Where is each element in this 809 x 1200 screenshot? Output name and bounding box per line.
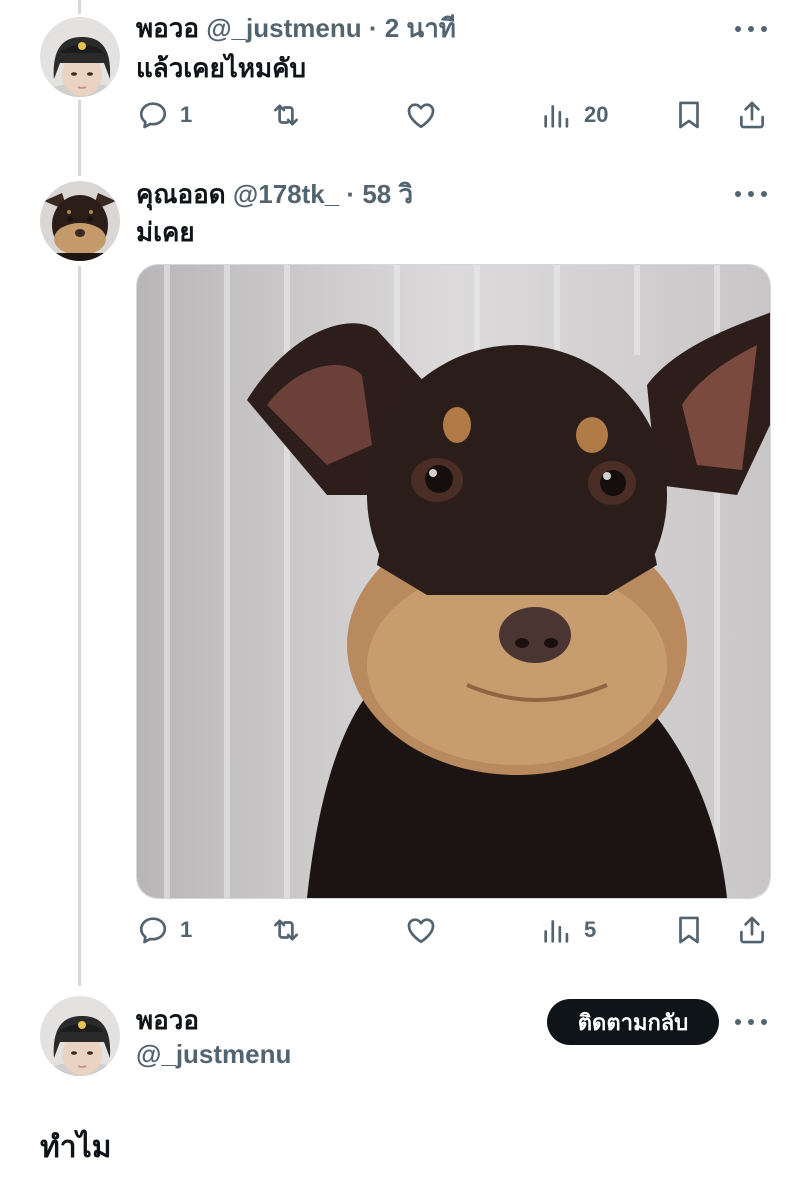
- views-count: 20: [584, 102, 609, 127]
- heart-icon: [407, 103, 435, 129]
- views-icon: [544, 105, 569, 128]
- separator-dot: ·: [368, 13, 378, 43]
- share-icon: [740, 916, 764, 944]
- action-bar: 1 20: [136, 95, 772, 135]
- post-text: ม่เคย: [136, 217, 195, 247]
- bookmark-icon: [679, 916, 699, 944]
- author-name-line: พอวอ: [136, 1004, 199, 1036]
- reply-icon: [139, 102, 167, 129]
- retweet-button[interactable]: [269, 910, 303, 950]
- share-button[interactable]: [735, 910, 769, 950]
- main-post-text: ทำไม: [40, 1131, 112, 1164]
- post-text: แล้วเคยไหมคับ: [136, 53, 307, 83]
- reply-count: 1: [180, 917, 193, 942]
- reply-header: คุณออด @178tk_ · 58 วิ: [136, 178, 413, 210]
- reply-icon: [139, 917, 167, 944]
- retweet-icon: [274, 919, 298, 941]
- avatar[interactable]: [40, 181, 120, 261]
- bookmark-button[interactable]: [672, 910, 706, 950]
- more-icon[interactable]: [735, 1012, 767, 1032]
- retweet-icon: [274, 104, 298, 126]
- thread-line-2: [78, 266, 81, 986]
- views-button[interactable]: 20: [540, 95, 608, 135]
- bookmark-button[interactable]: [672, 95, 706, 135]
- avatar[interactable]: [40, 996, 120, 1076]
- thread-line-1: [78, 100, 81, 176]
- like-button[interactable]: [404, 910, 438, 950]
- post-time[interactable]: 2 นาที: [385, 13, 456, 43]
- post-time[interactable]: 58 วิ: [362, 179, 413, 209]
- author-handle-line: @_justmenu: [136, 1038, 291, 1070]
- heart-icon: [407, 918, 435, 944]
- user-handle[interactable]: @_justmenu: [206, 13, 361, 43]
- views-icon: [544, 920, 569, 943]
- share-button[interactable]: [735, 95, 769, 135]
- avatar[interactable]: [40, 17, 120, 97]
- display-name[interactable]: พอวอ: [136, 13, 199, 43]
- views-button[interactable]: 5: [540, 910, 596, 950]
- retweet-button[interactable]: [269, 95, 303, 135]
- reply-count: 1: [180, 102, 193, 127]
- views-count: 5: [584, 917, 597, 942]
- user-handle[interactable]: @178tk_: [233, 179, 339, 209]
- user-handle[interactable]: @_justmenu: [136, 1039, 291, 1069]
- thread-line-top: [78, 0, 81, 14]
- separator-dot: ·: [346, 179, 356, 209]
- more-icon[interactable]: [735, 19, 767, 39]
- reply-button[interactable]: 1: [136, 95, 192, 135]
- follow-back-button[interactable]: ติดตามกลับ: [547, 999, 719, 1045]
- more-icon[interactable]: [735, 184, 767, 204]
- reply-header: พอวอ @_justmenu · 2 นาที: [136, 12, 456, 44]
- display-name[interactable]: พอวอ: [136, 1005, 199, 1035]
- share-icon: [740, 101, 764, 129]
- like-button[interactable]: [404, 95, 438, 135]
- reply-button[interactable]: 1: [136, 910, 192, 950]
- display-name[interactable]: คุณออด: [136, 179, 226, 209]
- bookmark-icon: [679, 101, 699, 129]
- post-image[interactable]: [136, 264, 771, 899]
- action-bar: 1 5: [136, 910, 772, 950]
